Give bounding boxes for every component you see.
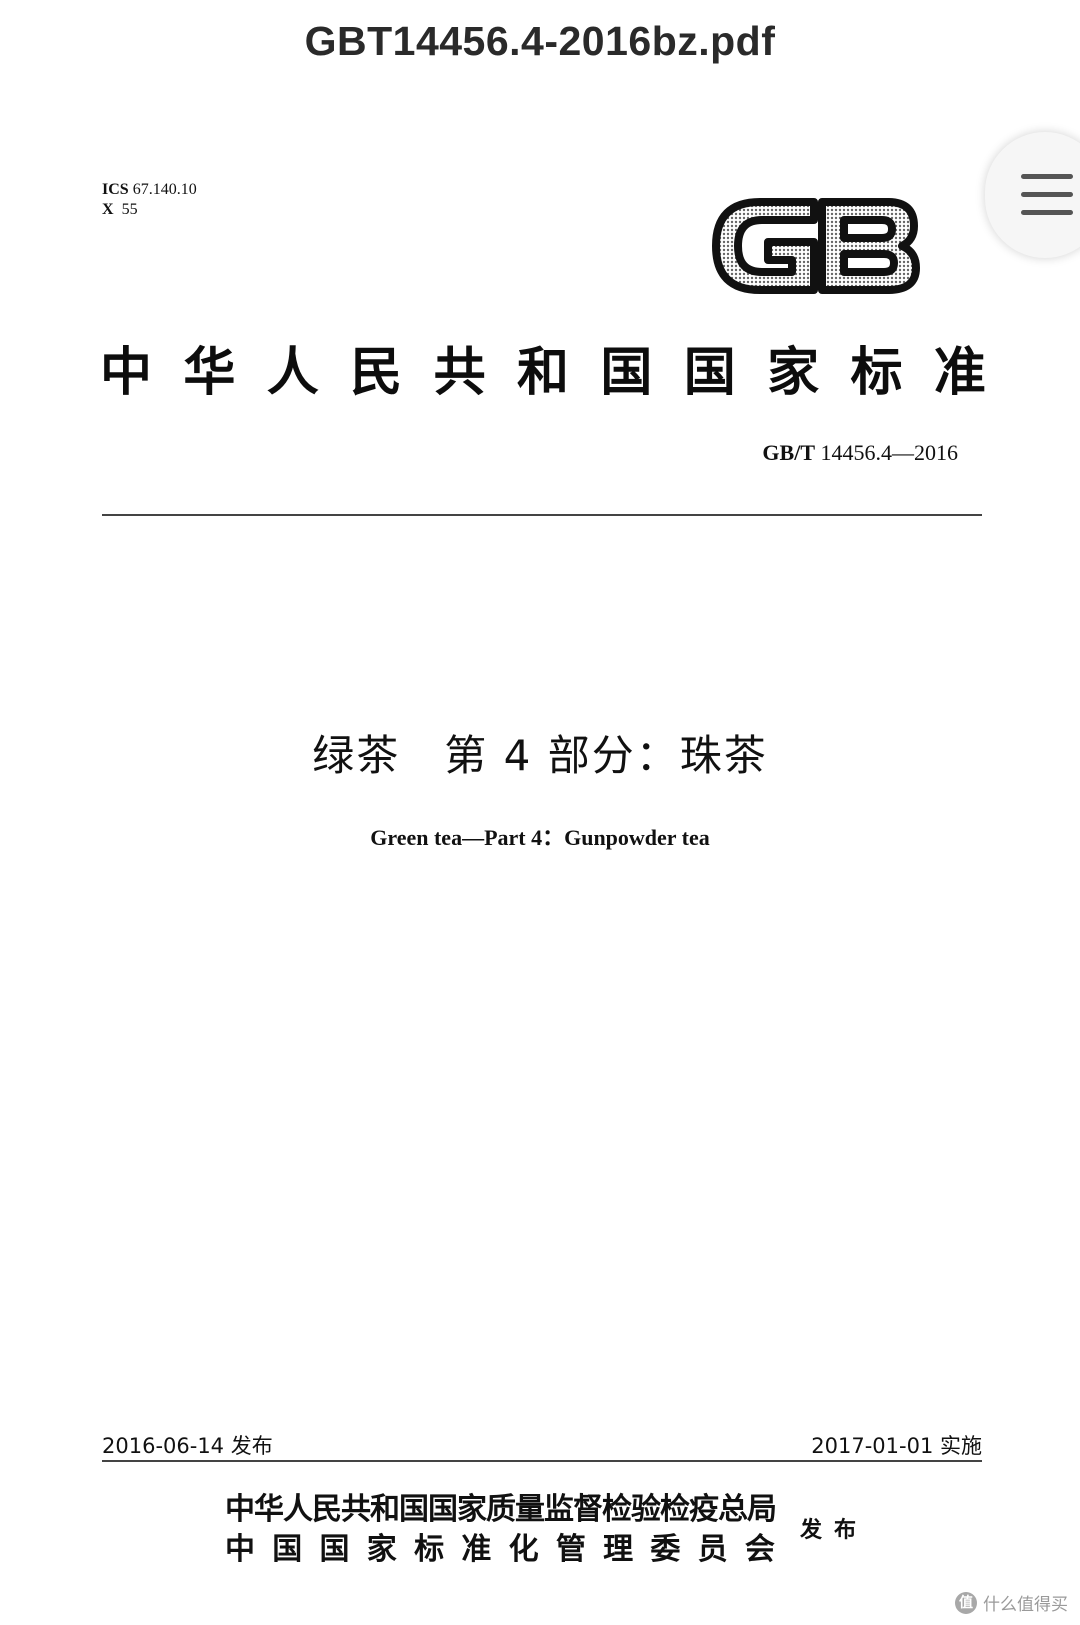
title-char: 标	[850, 342, 903, 403]
issuer-char: 员	[697, 1532, 728, 1567]
class-code: 55	[121, 201, 138, 218]
title-char: 和	[516, 342, 569, 403]
issuer-line-1: 中华人民共和国国家质量监督检验检疫总局	[225, 1492, 777, 1527]
issuer-char: 国	[319, 1532, 350, 1567]
title-char: 国	[683, 342, 736, 403]
issuer-char: 理	[603, 1532, 634, 1567]
classification-codes: ICS 67.140.10 X 55	[102, 180, 197, 220]
issuer-char: 会	[744, 1532, 775, 1567]
standard-prefix: GB/T	[762, 440, 815, 465]
watermark-icon: 值	[955, 1591, 977, 1614]
issue-date: 2016-06-14 发布	[102, 1434, 273, 1458]
title-char: 中	[100, 342, 153, 403]
divider-top	[102, 514, 982, 516]
watermark-text: 什么值得买	[983, 1595, 1068, 1615]
chinese-title: 绿茶 第 4 部分：珠茶	[312, 731, 768, 780]
issuer-char: 化	[508, 1532, 539, 1567]
ics-code: 67.140.10	[132, 181, 197, 198]
english-title: Green tea—Part 4：Gunpowder tea	[370, 825, 710, 850]
issuer-char: 管	[555, 1532, 586, 1567]
title-char: 准	[933, 342, 986, 403]
document-title: GBT14456.4-2016bz.pdf	[304, 18, 776, 64]
watermark: 值 什么值得买	[955, 1590, 1068, 1615]
menu-button[interactable]	[985, 132, 1080, 258]
title-char: 国	[600, 342, 653, 403]
issuer-line-2: 中 国 国 家 标 准 化 管 理 委 员 会	[225, 1530, 775, 1570]
issuer-block: 中华人民共和国国家质量监督检验检疫总局 中 国 国 家 标 准 化 管 理 委 …	[225, 1490, 777, 1570]
title-char: 共	[433, 342, 486, 403]
title-char: 民	[350, 342, 403, 403]
publish-label: 发布	[800, 1517, 869, 1543]
issuer-char: 家	[366, 1532, 397, 1567]
standard-number: GB/T 14456.4—2016	[762, 440, 958, 466]
implementation-date: 2017-01-01 实施	[811, 1434, 982, 1458]
issuer-char: 准	[461, 1532, 492, 1567]
issuer-char: 中	[225, 1532, 255, 1567]
divider-bottom	[102, 1460, 982, 1462]
national-standard-title: 中 华 人 民 共 和 国 国 家 标 准	[100, 330, 986, 405]
ics-label: ICS	[102, 181, 129, 198]
class-label: X	[102, 201, 114, 218]
issuer-char: 国	[272, 1532, 303, 1567]
title-char: 家	[767, 342, 820, 403]
title-char: 华	[183, 342, 236, 403]
gb-logo	[712, 198, 920, 294]
standard-code: 14456.4—2016	[820, 440, 959, 465]
issuer-char: 标	[414, 1532, 445, 1567]
title-char: 人	[266, 342, 319, 403]
issuer-char: 委	[650, 1532, 681, 1567]
